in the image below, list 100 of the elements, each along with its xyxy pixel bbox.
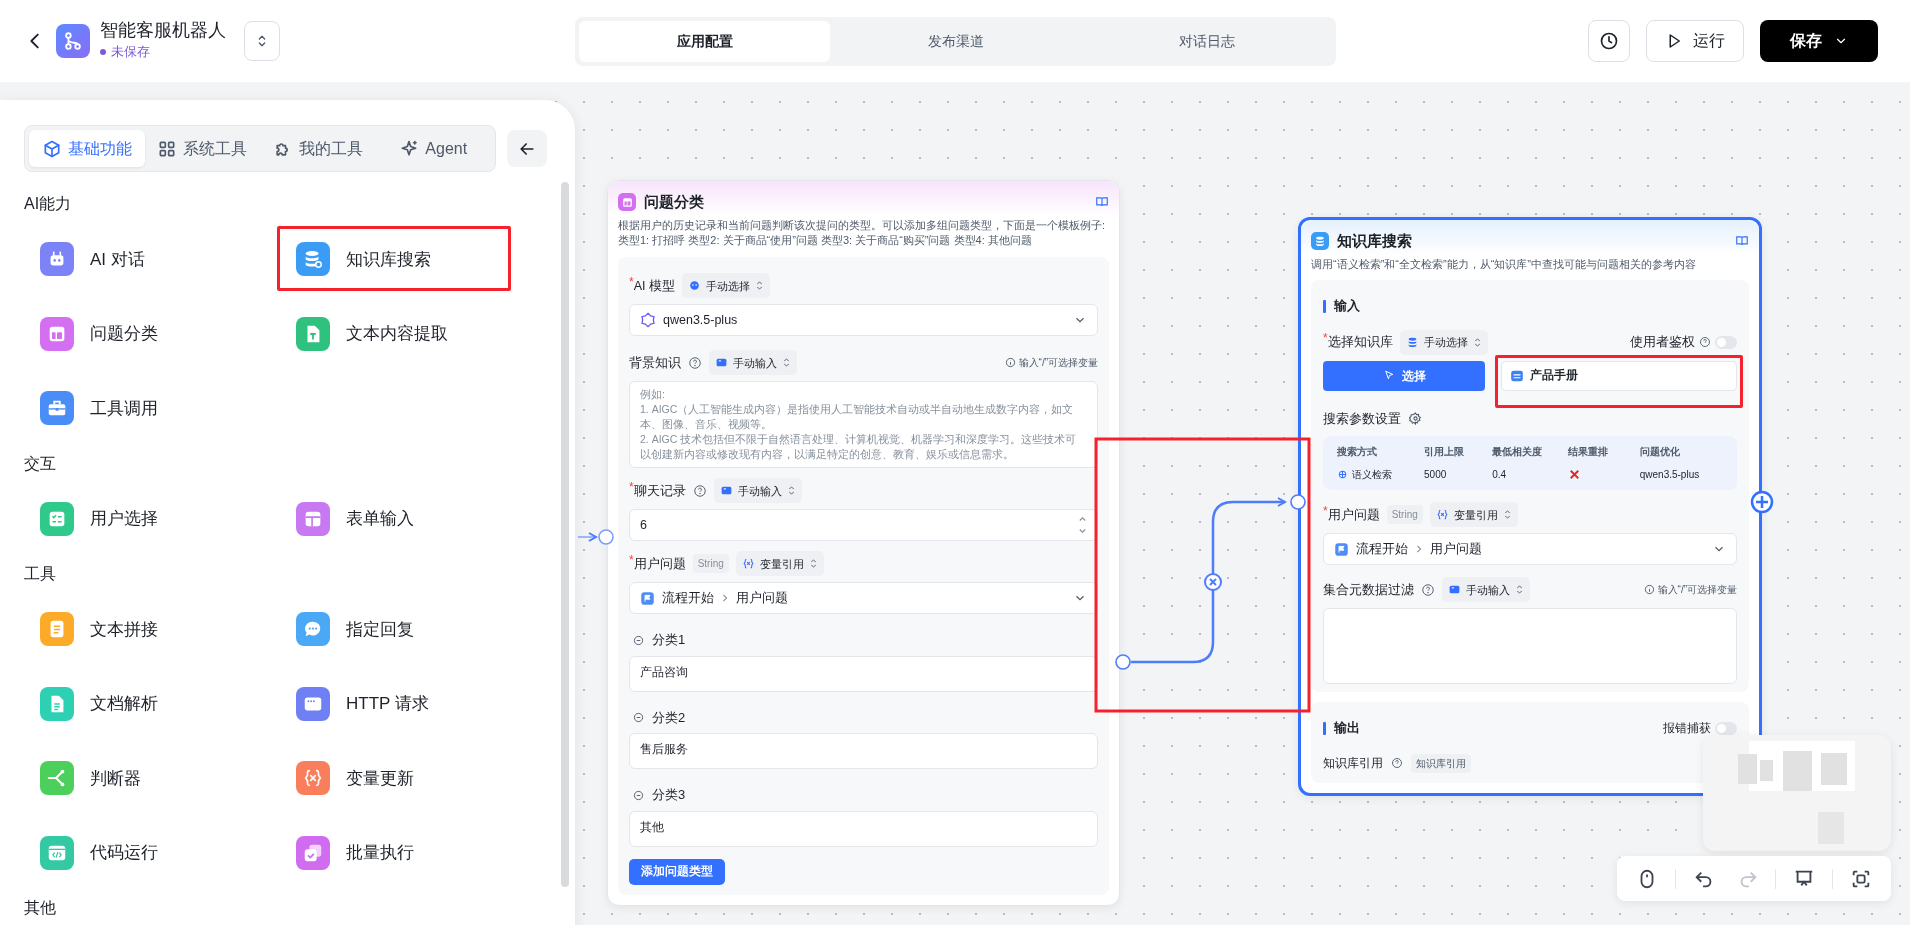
clock-icon [1599,31,1619,51]
page-tab[interactable]: 发布渠道 [830,20,1081,62]
sort-icon [808,558,818,570]
model-name: qwen3.5-plus [663,312,738,329]
connection-handle[interactable] [1290,494,1306,510]
flag-icon [1334,541,1349,557]
page-tab[interactable]: 应用配置 [579,20,830,62]
section-heading: 其他 [24,898,57,918]
category-tab[interactable]: 系统工具 [144,130,260,167]
help-icon [692,483,707,498]
app-title: 智能客服机器人 [100,20,226,43]
sort-icon [1502,509,1512,521]
collapse-panel-button[interactable] [507,130,547,167]
category-tab[interactable]: 我的工具 [260,130,376,167]
mode-selector[interactable]: 手动输入 [1442,577,1530,603]
database-icon [1311,232,1329,251]
node-type-item[interactable]: 代码运行 [24,815,280,890]
save-button[interactable]: 保存 [1760,20,1878,62]
collapse-icon [633,634,644,646]
node-description: 调用“语义检索”和“全文检索”能力，从“知识库”中查找可能与问题相关的参考内容 [1310,256,1697,272]
node-type-item[interactable]: 指定回复 [280,592,536,667]
help-icon [688,355,702,370]
variable-select[interactable]: 流程开始 用户问题 [1323,533,1737,566]
settings-title: 搜索参数设置 [1323,409,1401,428]
node-type-item[interactable]: 知识库搜索 [280,222,536,297]
category-label: 分类3 [652,786,686,805]
page-tab[interactable]: 对话日志 [1081,20,1332,62]
sparkle-icon [399,138,420,159]
info-icon [1004,357,1016,369]
bot-icon [687,279,701,293]
delete-edge-button[interactable] [1204,573,1222,591]
section-heading: AI能力 [24,194,73,214]
node-type-item[interactable]: 表单输入 [280,481,536,556]
mode-selector[interactable]: 变量引用 [735,551,824,577]
workflow-node[interactable] [1298,217,1762,796]
sort-icon [786,485,796,497]
column-header: 问题优化 [1639,445,1681,460]
column-header: 引用上限 [1424,445,1466,460]
node-type-item[interactable]: AI 对话 [24,222,280,297]
mode-selector[interactable]: 变量引用 [1429,502,1518,528]
category-field[interactable]: 其他 [629,810,1098,847]
category-label: 分类1 [652,631,686,650]
node-type-item[interactable]: 用户选择 [24,481,280,556]
node-type-item[interactable]: 问题分类 [24,296,280,371]
table-cell-text: qwen3.5-plus [1639,468,1701,483]
output-label: 知识库引用 [1323,755,1383,773]
variable-select[interactable]: 流程开始 用户问题 [629,582,1098,615]
node-type-item[interactable]: 批量执行 [280,815,536,890]
node-type-item[interactable]: 工具调用 [24,371,280,446]
node-type-item[interactable]: 变量更新 [280,741,536,816]
type-tag: String [1386,505,1423,525]
toggle-switch[interactable] [1715,721,1737,735]
section-title: 输出 [1334,719,1360,738]
number-input[interactable]: 6 [629,509,1098,542]
node-type-item[interactable]: HTTP 请求 [280,666,536,741]
save-status: 未保存 [100,42,226,62]
category-tab[interactable]: Agent [375,130,491,167]
category-field[interactable]: 产品咨询 [629,655,1098,692]
settings-icon [1409,412,1422,426]
toggle-label: 报错捕获 [1663,720,1711,738]
add-node-button[interactable] [1750,490,1774,514]
table-cell-text: 0.4 [1492,468,1508,483]
sort-icon [782,357,791,369]
add-category-button[interactable]: 添加问题类型 [629,858,725,885]
table-cell-text: 5000 [1424,468,1448,483]
hint-text: 输入“/”可选择变量 [1657,583,1737,598]
node-description: 根据用户的历史记录和当前问题判断该次提问的类型。可以添加多组问题类型，下面是一个模板例子: 类型1: 打招呼 类型2: 关于商品“使用”问题 类型3: 关于商品“购买”问题 类型4: 其他问题 [617,217,1107,249]
mode-selector[interactable]: 手动选择 [681,273,770,299]
chevron-right-icon [1415,544,1423,555]
cube-icon [41,138,62,159]
dataset-item[interactable]: 产品手册 [1501,360,1737,391]
category-tab[interactable]: 基础功能 [29,130,145,167]
path-label: 用户问题 [1430,541,1482,559]
mode-selector[interactable]: 手动输入 [709,350,797,376]
connection-handle[interactable] [1115,654,1131,670]
node-type-item[interactable]: 判断器 [24,741,280,816]
run-button[interactable]: 运行 [1646,20,1744,62]
mode-selector[interactable]: 手动选择 [1399,329,1488,355]
metadata-filter-field[interactable] [1323,608,1737,685]
node-type-item[interactable]: 文档解析 [24,666,280,741]
collapse-icon [633,789,644,801]
background-knowledge-field[interactable]: 例如: 1. AIGC（人工智能生成内容）是指使用人工智能技术自动或半自动地生成数字内容，如文本、图像、音乐、视频等。 2. AIGC 技术包括但不限于自然语言处理、计算机视觉、机器学习和深度学习。这些技术可以创建新内容或修改现有内容，以满足特定的创意、教育、娱乐或信息需求。 [629,381,1098,469]
scrollbar[interactable] [561,182,569,887]
column-header: 最低相关度 [1492,445,1544,460]
node-type-item[interactable]: 文本内容提取 [280,296,536,371]
column-header: 结果重排 [1567,445,1609,460]
path-label: 流程开始 [662,590,714,607]
app-logo-icon [56,24,90,58]
model-logo-icon [640,312,656,329]
history-button[interactable] [1588,20,1630,62]
category-field[interactable]: 售后服务 [629,733,1098,770]
sort-icon [754,280,764,292]
path-label: 用户问题 [736,590,788,607]
node-type-item[interactable]: 文本拼接 [24,592,280,667]
node-title: 问题分类 [644,192,705,212]
toggle-switch[interactable] [1715,335,1737,349]
connection-handle[interactable] [598,529,614,545]
select-button[interactable]: 选择 [1323,360,1485,391]
model-select[interactable]: qwen3.5-plus [629,304,1098,337]
mode-selector[interactable]: 手动输入 [713,478,802,504]
